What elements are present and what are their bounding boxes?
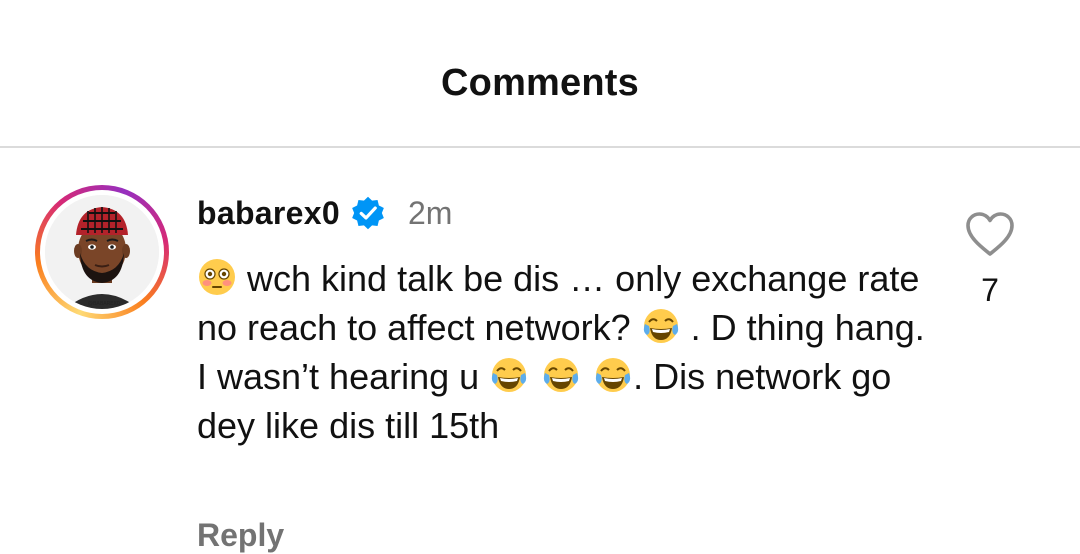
comment-text: wch kind talk be dis … only exchange rat… (197, 254, 937, 450)
heart-outline-icon[interactable] (964, 210, 1016, 258)
comments-header: Comments (0, 0, 1080, 148)
page-title: Comments (441, 62, 639, 104)
verified-badge-icon (352, 196, 384, 230)
comment-timestamp: 2m (407, 195, 453, 231)
avatar[interactable]: @BABAREX0 (45, 195, 159, 309)
comment-meta: babarex0 2m (197, 193, 452, 233)
flushed-face-emoji (199, 259, 235, 295)
username-link[interactable]: babarex0 (197, 193, 340, 233)
avatar-image: @BABAREX0 (45, 195, 159, 309)
tears-of-joy-emoji (643, 309, 678, 343)
reply-button[interactable]: Reply (197, 517, 284, 554)
tears-of-joy-emoji (596, 358, 631, 392)
like-control: 7 (964, 210, 1016, 310)
avatar-story-ring[interactable]: @BABAREX0 (35, 185, 169, 319)
svg-text:@BABAREX0: @BABAREX0 (88, 301, 120, 307)
tears-of-joy-emoji (492, 358, 527, 392)
like-count: 7 (981, 272, 999, 308)
tears-of-joy-emoji (544, 358, 579, 392)
